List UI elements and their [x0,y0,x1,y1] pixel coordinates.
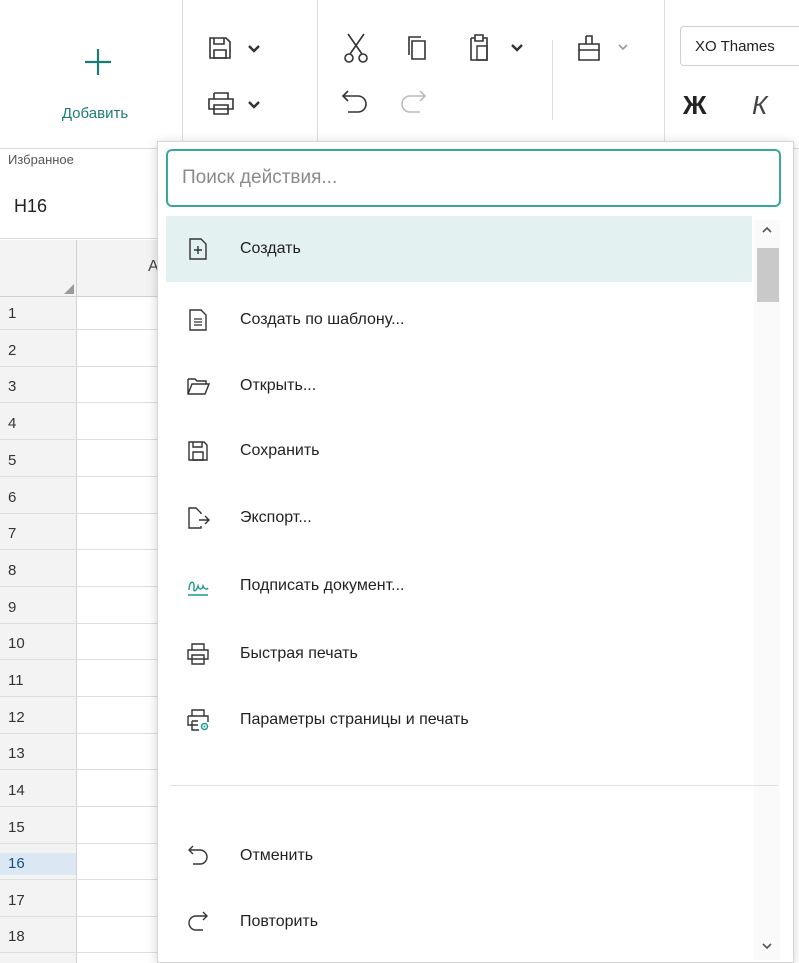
page-setup-print-icon [187,709,209,731]
row-gridline [0,733,160,734]
row-gridline [0,402,160,403]
menu-item-create[interactable]: Создать [166,216,752,282]
save-icon[interactable] [207,35,233,61]
add-button-label[interactable]: Добавить [30,105,160,122]
printer-icon [187,643,209,665]
corner-triangle-icon [64,284,74,294]
row-header[interactable]: 5 [0,450,76,472]
group-label-favorites: Избранное [8,152,74,167]
row-header[interactable]: 18 [0,926,76,948]
row-header[interactable]: 11 [0,670,76,692]
menu-item-label: Создать по шаблону... [240,311,405,328]
template-document-icon [189,309,207,331]
menu-item-undo[interactable]: Отменить [166,823,752,889]
row-header[interactable]: 16 [0,853,76,875]
menu-item-label: Повторить [240,913,319,930]
row-gridline [0,879,160,880]
menu-item-label: Открыть... [240,377,317,394]
menu-item-quick-print[interactable]: Быстрая печать [166,621,752,687]
row-gridline [0,806,160,807]
row-header[interactable]: 3 [0,376,76,398]
undo-icon [188,845,208,865]
row-gridline [0,769,160,770]
chevron-down-icon[interactable] [247,100,261,110]
scrollbar-thumb[interactable] [757,248,779,302]
row-gridline [0,586,160,587]
chevron-down-icon[interactable] [510,43,524,53]
row-gridline [0,549,160,550]
redo-icon [188,911,208,931]
row-header[interactable]: 9 [0,597,76,619]
action-search-input[interactable] [166,149,781,207]
row-header[interactable]: 10 [0,633,76,655]
row-gridline [0,659,160,660]
select-all-corner[interactable] [0,240,76,297]
menu-item-label: Создать [240,240,301,257]
ribbon-divider [664,0,665,148]
row-header[interactable]: 13 [0,743,76,765]
row-header[interactable]: 4 [0,413,76,435]
row-header[interactable]: 1 [0,303,76,325]
menu-separator [170,785,778,786]
italic-button[interactable]: К [752,90,767,121]
row-gridline [0,439,160,440]
row-header[interactable]: 6 [0,487,76,509]
menu-item-redo[interactable]: Повторить [166,889,752,955]
menu-item-sign-document[interactable]: Подписать документ... [166,553,752,619]
row-header[interactable]: 15 [0,817,76,839]
undo-icon[interactable] [340,88,370,114]
folder-open-icon [187,378,210,395]
export-icon [188,507,210,529]
menu-item-label: Параметры страницы и печать [240,711,469,728]
menu-item-label: Сохранить [240,442,320,459]
menu-item-page-setup-print[interactable]: Параметры страницы и печать [166,687,752,753]
row-header[interactable]: 8 [0,560,76,582]
row-header[interactable]: 17 [0,890,76,912]
chevron-down-icon[interactable] [247,44,261,54]
row-header[interactable]: 12 [0,707,76,729]
row-gridline [0,916,160,917]
row-gridline [0,843,160,844]
printer-icon[interactable] [207,90,235,116]
format-painter-icon[interactable] [577,34,601,62]
dropdown-scrollbar[interactable] [754,220,780,960]
copy-icon[interactable] [405,34,429,62]
ribbon-toolbar [0,0,799,149]
scroll-down-icon[interactable] [759,938,775,954]
add-icon[interactable] [82,46,114,78]
menu-item-open[interactable]: Открыть... [166,353,752,419]
bold-button[interactable]: Ж [683,90,707,121]
menu-item-save[interactable]: Сохранить [166,418,752,484]
paste-icon[interactable] [467,32,491,62]
name-box-value: H16 [14,196,48,216]
scroll-up-icon[interactable] [759,222,775,238]
menu-item-create-from-template[interactable]: Создать по шаблону... [166,287,752,353]
ribbon-divider [552,40,553,120]
menu-item-label: Подписать документ... [240,577,405,594]
signature-icon [188,581,209,596]
ribbon-divider [317,0,318,148]
ribbon-divider [182,0,183,148]
row-gridline [0,366,160,367]
row-gridline [0,476,160,477]
menu-item-export[interactable]: Экспорт... [166,485,752,551]
redo-icon[interactable] [398,88,428,114]
row-gridline [0,952,160,953]
new-document-icon [189,238,207,260]
row-gridline [0,513,160,514]
chevron-down-icon[interactable] [617,43,629,52]
font-name-box[interactable]: XO Thames [680,26,799,66]
cut-icon[interactable] [342,32,370,64]
row-gridline [0,623,160,624]
row-gridline [0,696,160,697]
save-icon [188,441,208,461]
row-header[interactable]: 2 [0,340,76,362]
menu-item-label: Экспорт... [240,509,312,526]
row-header[interactable]: 7 [0,523,76,545]
row-header[interactable]: 14 [0,780,76,802]
menu-item-label: Отменить [240,847,314,864]
row-gridline [0,329,160,330]
menu-item-label: Быстрая печать [240,645,358,662]
